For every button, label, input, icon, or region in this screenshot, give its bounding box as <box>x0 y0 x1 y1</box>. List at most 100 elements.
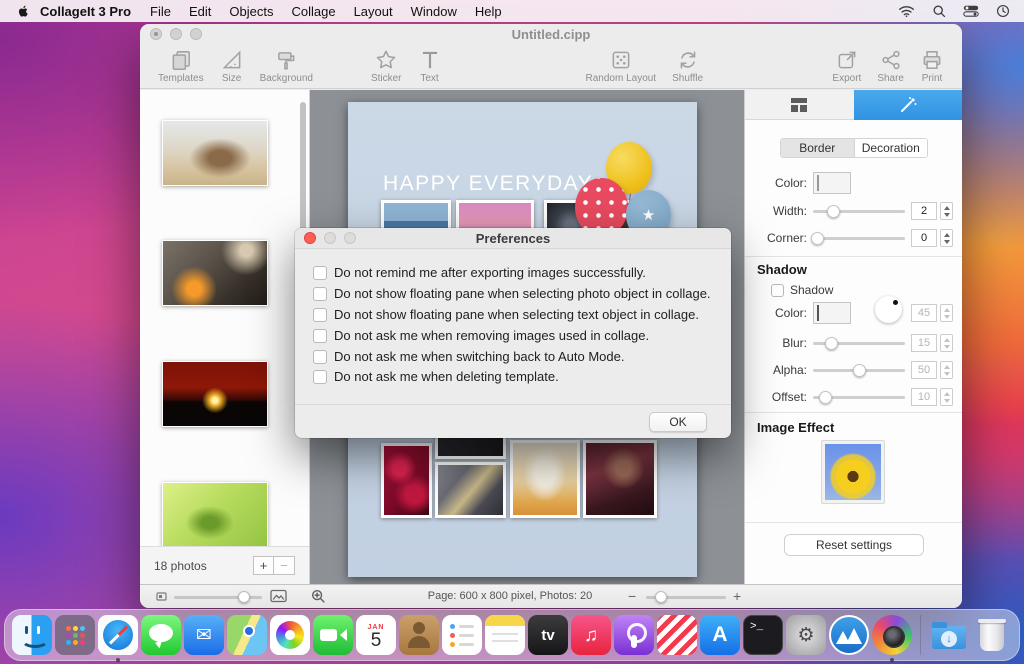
photo-thumbnail-sunset[interactable] <box>162 361 268 427</box>
dock-terminal-icon[interactable]: >_ <box>743 615 783 655</box>
clock-icon[interactable] <box>996 4 1010 18</box>
templates-button[interactable]: Templates <box>150 47 212 85</box>
image-effect-thumbnail[interactable] <box>821 440 885 504</box>
window-zoom-button[interactable] <box>190 28 202 40</box>
menu-layout[interactable]: Layout <box>345 4 402 19</box>
thumbnail-size-knob[interactable] <box>238 591 250 603</box>
dock-news-icon[interactable] <box>657 615 697 655</box>
decoration-segment[interactable]: Decoration <box>854 139 928 157</box>
pref-option-floating-photo[interactable]: Do not show floating pane when selecting… <box>313 286 711 301</box>
reset-settings-button[interactable]: Reset settings <box>784 534 924 556</box>
shadow-color-swatch[interactable] <box>813 302 851 324</box>
checkbox[interactable] <box>313 329 327 343</box>
page-zoom-slider[interactable] <box>646 596 726 599</box>
menu-objects[interactable]: Objects <box>220 4 282 19</box>
size-button[interactable]: Size <box>212 47 252 85</box>
page-zoom-knob[interactable] <box>655 591 667 603</box>
shadow-offset-knob[interactable] <box>819 391 832 404</box>
ok-button[interactable]: OK <box>649 412 707 432</box>
shadow-angle-value[interactable]: 45 <box>911 304 937 322</box>
menu-help[interactable]: Help <box>466 4 511 19</box>
border-segment[interactable]: Border <box>781 139 854 157</box>
menu-collage[interactable]: Collage <box>282 4 344 19</box>
collage-photo-raspberries[interactable] <box>381 443 432 518</box>
border-corner-stepper[interactable] <box>940 229 953 247</box>
shadow-angle-dial[interactable] <box>875 296 902 323</box>
sticker-button[interactable]: Sticker <box>363 47 410 85</box>
pref-option-auto-mode[interactable]: Do not ask me when switching back to Aut… <box>313 349 625 364</box>
dock-podcasts-icon[interactable] <box>614 615 654 655</box>
dock-messages-icon[interactable] <box>141 615 181 655</box>
collage-photo-revolver[interactable] <box>435 462 506 518</box>
thumbnail-size-slider[interactable] <box>174 596 262 599</box>
window-titlebar[interactable]: Untitled.cipp <box>140 24 962 44</box>
remove-photo-button[interactable]: − <box>274 556 295 575</box>
menu-edit[interactable]: Edit <box>180 4 220 19</box>
shadow-checkbox-row[interactable]: Shadow <box>771 283 833 297</box>
share-button[interactable]: Share <box>869 47 912 85</box>
shadow-blur-knob[interactable] <box>825 337 838 350</box>
border-corner-slider[interactable] <box>813 237 905 240</box>
dialog-close-button[interactable] <box>304 232 316 244</box>
dock-safari-icon[interactable] <box>98 615 138 655</box>
border-width-stepper[interactable] <box>940 202 953 220</box>
menu-window[interactable]: Window <box>402 4 466 19</box>
window-minimize-button[interactable] <box>170 28 182 40</box>
shadow-blur-slider[interactable] <box>813 342 905 345</box>
layout-tab[interactable] <box>745 90 854 120</box>
random-layout-button[interactable]: Random Layout <box>578 47 665 85</box>
dock-calendar-icon[interactable]: JAN5 <box>356 615 396 655</box>
pref-option-floating-text[interactable]: Do not show floating pane when selecting… <box>313 307 699 322</box>
dock-trash-icon[interactable] <box>972 615 1012 655</box>
border-width-knob[interactable] <box>827 205 840 218</box>
pref-option-deleting-template[interactable]: Do not ask me when deleting template. <box>313 369 559 384</box>
app-menu-title[interactable]: CollageIt 3 Pro <box>40 4 131 19</box>
dialog-titlebar[interactable]: Preferences <box>295 228 731 249</box>
collage-headline-text[interactable]: HAPPY EVERYDAY <box>383 172 593 196</box>
text-button[interactable]: Text <box>410 47 450 85</box>
shadow-offset-stepper[interactable] <box>940 388 953 406</box>
apple-menu-icon[interactable] <box>16 3 30 19</box>
shadow-alpha-knob[interactable] <box>853 364 866 377</box>
search-icon[interactable] <box>932 4 946 18</box>
collage-photo-woman[interactable] <box>583 440 657 518</box>
shadow-alpha-slider[interactable] <box>813 369 905 372</box>
border-corner-value[interactable]: 0 <box>911 229 937 247</box>
dock-music-icon[interactable]: ♫ <box>571 615 611 655</box>
dock-maps-icon[interactable] <box>227 615 267 655</box>
checkbox[interactable] <box>313 308 327 322</box>
checkbox[interactable] <box>313 287 327 301</box>
dock-mail-icon[interactable]: ✉ <box>184 615 224 655</box>
photo-thumbnail-insect[interactable] <box>162 482 268 548</box>
control-center-icon[interactable] <box>963 4 979 18</box>
collage-photo-white-dog[interactable] <box>510 440 580 518</box>
dock-appstore-icon[interactable]: A <box>700 615 740 655</box>
dock-contacts-icon[interactable] <box>399 615 439 655</box>
shadow-blur-value[interactable]: 15 <box>911 334 937 352</box>
pref-option-removing-images[interactable]: Do not ask me when removing images used … <box>313 328 649 343</box>
dock-facetime-icon[interactable] <box>313 615 353 655</box>
print-button[interactable]: Print <box>912 47 952 85</box>
shadow-angle-stepper[interactable] <box>940 304 953 322</box>
shadow-alpha-value[interactable]: 50 <box>911 361 937 379</box>
photo-thumbnail-crash[interactable] <box>162 240 268 306</box>
dock-downloads-icon[interactable]: ↓ <box>929 615 969 655</box>
zoom-out-button[interactable]: − <box>628 588 636 604</box>
checkbox[interactable] <box>313 350 327 364</box>
background-button[interactable]: Background <box>252 47 321 85</box>
shadow-blur-stepper[interactable] <box>940 334 953 352</box>
dock-system-preferences-icon[interactable]: ⚙ <box>786 615 826 655</box>
dock-reminders-icon[interactable] <box>442 615 482 655</box>
border-color-swatch[interactable] <box>813 172 851 194</box>
shadow-offset-value[interactable]: 10 <box>911 388 937 406</box>
style-tab-selected[interactable] <box>854 90 963 120</box>
window-close-button[interactable] <box>150 28 162 40</box>
dock-photos-icon[interactable] <box>270 615 310 655</box>
export-button[interactable]: Export <box>824 47 869 85</box>
dock-blue-mountain-app-icon[interactable] <box>829 615 869 655</box>
border-width-value[interactable]: 2 <box>911 202 937 220</box>
border-width-slider[interactable] <box>813 210 905 213</box>
pref-option-export-remind[interactable]: Do not remind me after exporting images … <box>313 265 646 280</box>
shadow-checkbox[interactable] <box>771 284 784 297</box>
checkbox[interactable] <box>313 266 327 280</box>
